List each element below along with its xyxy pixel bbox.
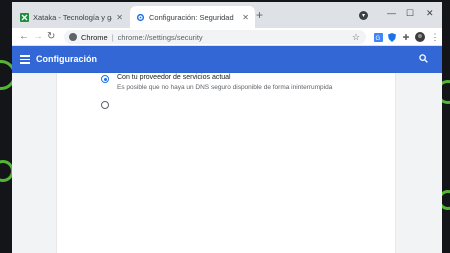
tab-title: Xataka - Tecnología y gadgets, m <box>33 12 112 22</box>
reload-icon[interactable]: ↻ <box>47 31 55 43</box>
forward-icon[interactable]: → <box>33 31 43 43</box>
browser-window: Xataka - Tecnología y gadgets, m ✕ Confi… <box>12 2 442 253</box>
search-icon[interactable] <box>419 54 428 63</box>
page-title: Configuración <box>36 54 97 64</box>
tab-xataka[interactable]: Xataka - Tecnología y gadgets, m ✕ <box>14 6 129 28</box>
chrome-menu-icon[interactable]: ⋮ <box>430 32 440 42</box>
close-tab-icon[interactable]: ✕ <box>116 13 123 22</box>
extensions-puzzle-icon[interactable]: ✚ <box>401 32 411 42</box>
site-label: Chrome <box>81 32 108 42</box>
browser-toolbar: ← → ↻ Chrome | chrome://settings/securit… <box>12 28 442 46</box>
close-window-icon[interactable]: ✕ <box>426 8 434 19</box>
close-tab-icon[interactable]: ✕ <box>242 13 249 22</box>
tab-search-icon[interactable]: ▾ <box>359 11 368 20</box>
settings-content: Con tu proveedor de servicios actual Es … <box>12 73 442 253</box>
xataka-favicon-icon <box>20 12 29 22</box>
back-icon[interactable]: ← <box>19 31 29 43</box>
svg-text:G: G <box>375 36 380 42</box>
gear-icon <box>136 13 145 22</box>
tab-title: Configuración: Seguridad <box>149 12 234 22</box>
dns-option1-description: Es posible que no haya un DNS seguro dis… <box>117 84 333 91</box>
dns-custom-provider-radio[interactable] <box>101 101 109 109</box>
url-text: chrome://settings/security <box>117 32 203 42</box>
minimize-icon[interactable]: — <box>387 8 396 18</box>
translate-extension-icon[interactable]: G <box>373 32 383 42</box>
tab-settings-security[interactable]: Configuración: Seguridad ✕ <box>130 6 255 28</box>
dns-option1-title: Con tu proveedor de servicios actual <box>117 74 231 81</box>
bookmark-star-icon[interactable]: ☆ <box>352 32 360 43</box>
chrome-icon <box>69 33 77 41</box>
new-tab-icon[interactable]: + <box>256 9 263 21</box>
url-separator: | <box>111 32 114 42</box>
tab-strip: Xataka - Tecnología y gadgets, m ✕ Confi… <box>12 2 442 28</box>
shield-extension-icon[interactable] <box>387 32 397 42</box>
avatar[interactable] <box>415 32 425 42</box>
maximize-icon[interactable]: ☐ <box>406 8 414 19</box>
hamburger-menu-icon[interactable] <box>20 55 30 64</box>
settings-header: Configuración <box>12 46 442 73</box>
dns-current-provider-radio[interactable] <box>101 75 109 83</box>
address-bar[interactable]: Chrome | chrome://settings/security ☆ <box>64 30 366 44</box>
security-settings-card: Con tu proveedor de servicios actual Es … <box>57 73 395 253</box>
